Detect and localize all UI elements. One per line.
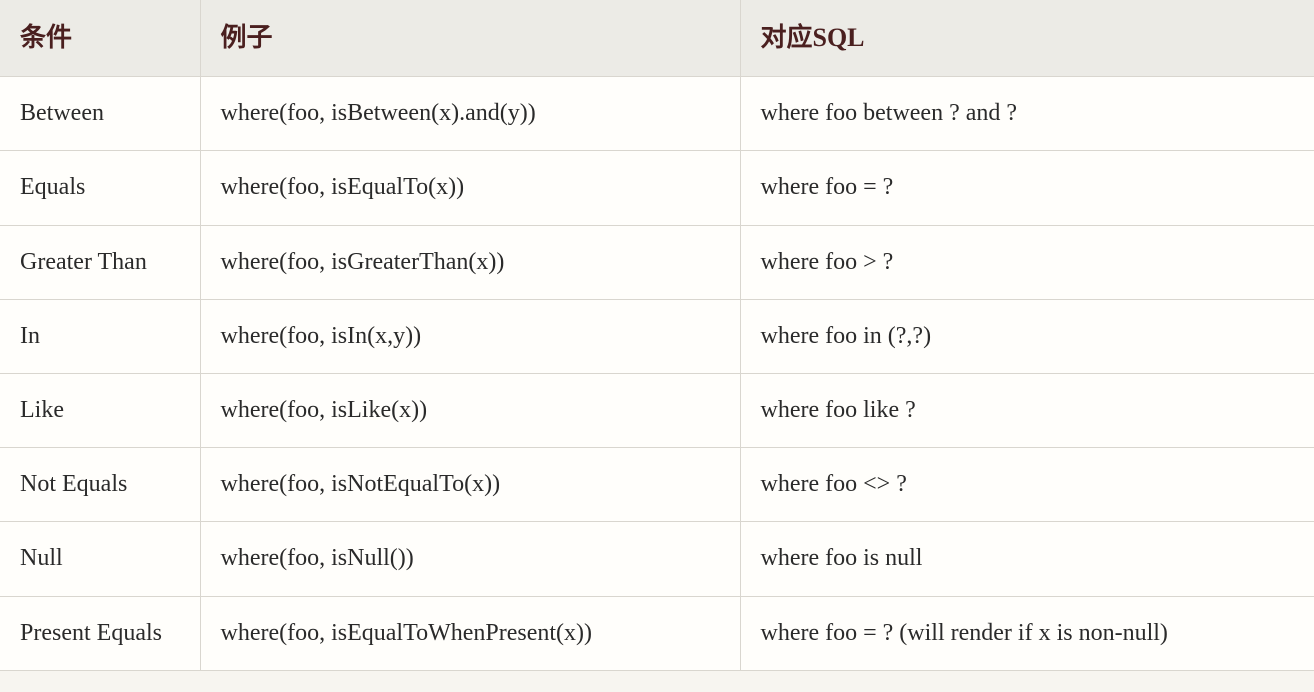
cell-example: where(foo, isNotEqualTo(x))	[200, 448, 740, 522]
cell-sql: where foo <> ?	[740, 448, 1314, 522]
cell-condition: Greater Than	[0, 225, 200, 299]
table-row: Present Equals where(foo, isEqualToWhenP…	[0, 596, 1314, 670]
table-row: In where(foo, isIn(x,y)) where foo in (?…	[0, 299, 1314, 373]
header-condition: 条件	[0, 0, 200, 77]
table-row: Null where(foo, isNull()) where foo is n…	[0, 522, 1314, 596]
cell-condition: Null	[0, 522, 200, 596]
cell-condition: In	[0, 299, 200, 373]
conditions-table: 条件 例子 对应SQL Between where(foo, isBetween…	[0, 0, 1314, 671]
cell-sql: where foo like ?	[740, 374, 1314, 448]
cell-condition: Between	[0, 77, 200, 151]
table-row: Between where(foo, isBetween(x).and(y)) …	[0, 77, 1314, 151]
cell-condition: Present Equals	[0, 596, 200, 670]
cell-example: where(foo, isIn(x,y))	[200, 299, 740, 373]
cell-example: where(foo, isEqualToWhenPresent(x))	[200, 596, 740, 670]
cell-sql: where foo between ? and ?	[740, 77, 1314, 151]
cell-example: where(foo, isEqualTo(x))	[200, 151, 740, 225]
cell-sql: where foo is null	[740, 522, 1314, 596]
header-example: 例子	[200, 0, 740, 77]
table-row: Like where(foo, isLike(x)) where foo lik…	[0, 374, 1314, 448]
cell-condition: Not Equals	[0, 448, 200, 522]
table-header-row: 条件 例子 对应SQL	[0, 0, 1314, 77]
cell-example: where(foo, isLike(x))	[200, 374, 740, 448]
cell-condition: Equals	[0, 151, 200, 225]
cell-sql: where foo in (?,?)	[740, 299, 1314, 373]
cell-example: where(foo, isGreaterThan(x))	[200, 225, 740, 299]
cell-example: where(foo, isNull())	[200, 522, 740, 596]
cell-sql: where foo = ? (will render if x is non-n…	[740, 596, 1314, 670]
cell-example: where(foo, isBetween(x).and(y))	[200, 77, 740, 151]
cell-sql: where foo > ?	[740, 225, 1314, 299]
cell-condition: Like	[0, 374, 200, 448]
table-row: Greater Than where(foo, isGreaterThan(x)…	[0, 225, 1314, 299]
table-row: Not Equals where(foo, isNotEqualTo(x)) w…	[0, 448, 1314, 522]
cell-sql: where foo = ?	[740, 151, 1314, 225]
table-row: Equals where(foo, isEqualTo(x)) where fo…	[0, 151, 1314, 225]
header-sql: 对应SQL	[740, 0, 1314, 77]
